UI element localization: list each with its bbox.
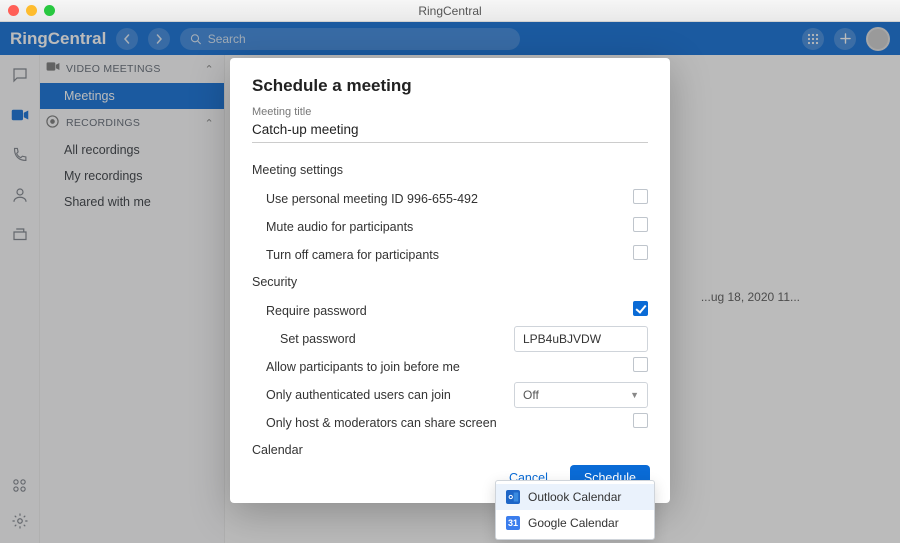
calendar-option-outlook[interactable]: Outlook Calendar — [496, 484, 654, 510]
use-pmi-checkbox[interactable] — [633, 189, 648, 204]
row-allow-before-host: Allow participants to join before me — [252, 353, 648, 381]
only-auth-select[interactable]: Off ▼ — [514, 382, 648, 408]
row-require-password: Require password — [252, 297, 648, 325]
minimize-window-icon[interactable] — [26, 5, 37, 16]
share-screen-checkbox[interactable] — [633, 413, 648, 428]
calendar-label: Calendar — [252, 443, 648, 457]
chevron-down-icon: ▼ — [630, 390, 639, 400]
allow-before-host-checkbox[interactable] — [633, 357, 648, 372]
only-auth-value: Off — [523, 388, 539, 402]
mac-titlebar: RingCentral — [0, 0, 900, 22]
calendar-dropdown-menu: Outlook Calendar 31 Google Calendar — [495, 480, 655, 540]
row-set-password: Set password — [252, 325, 648, 353]
modal-title: Schedule a meeting — [252, 76, 648, 96]
mute-audio-checkbox[interactable] — [633, 217, 648, 232]
outlook-icon — [506, 490, 520, 504]
google-calendar-icon: 31 — [506, 516, 520, 530]
calendar-option-outlook-label: Outlook Calendar — [528, 490, 621, 504]
turn-off-camera-checkbox[interactable] — [633, 245, 648, 260]
require-password-label: Require password — [252, 304, 367, 318]
calendar-option-google-label: Google Calendar — [528, 516, 619, 530]
schedule-meeting-modal: Schedule a meeting Meeting title Meeting… — [230, 58, 670, 503]
use-pmi-label: Use personal meeting ID 996-655-492 — [252, 192, 478, 206]
turn-off-camera-label: Turn off camera for participants — [252, 248, 439, 262]
allow-before-host-label: Allow participants to join before me — [252, 360, 460, 374]
row-mute-audio: Mute audio for participants — [252, 213, 648, 241]
set-password-label: Set password — [252, 332, 356, 346]
only-auth-label: Only authenticated users can join — [252, 388, 451, 402]
row-use-pmi: Use personal meeting ID 996-655-492 — [252, 185, 648, 213]
close-window-icon[interactable] — [8, 5, 19, 16]
mute-audio-label: Mute audio for participants — [252, 220, 413, 234]
traffic-lights — [8, 5, 55, 16]
maximize-window-icon[interactable] — [44, 5, 55, 16]
row-share-screen: Only host & moderators can share screen — [252, 409, 648, 437]
share-screen-label: Only host & moderators can share screen — [252, 416, 497, 430]
row-camera-off: Turn off camera for participants — [252, 241, 648, 269]
require-password-checkbox[interactable] — [633, 301, 648, 316]
security-header: Security — [252, 275, 648, 289]
calendar-option-google[interactable]: 31 Google Calendar — [496, 510, 654, 536]
meeting-title-label: Meeting title — [252, 106, 648, 118]
meeting-title-input[interactable] — [252, 119, 648, 143]
meeting-settings-header: Meeting settings — [252, 163, 648, 177]
password-input[interactable] — [514, 326, 648, 352]
row-only-auth: Only authenticated users can join Off ▼ — [252, 381, 648, 409]
window-title: RingCentral — [418, 4, 481, 18]
